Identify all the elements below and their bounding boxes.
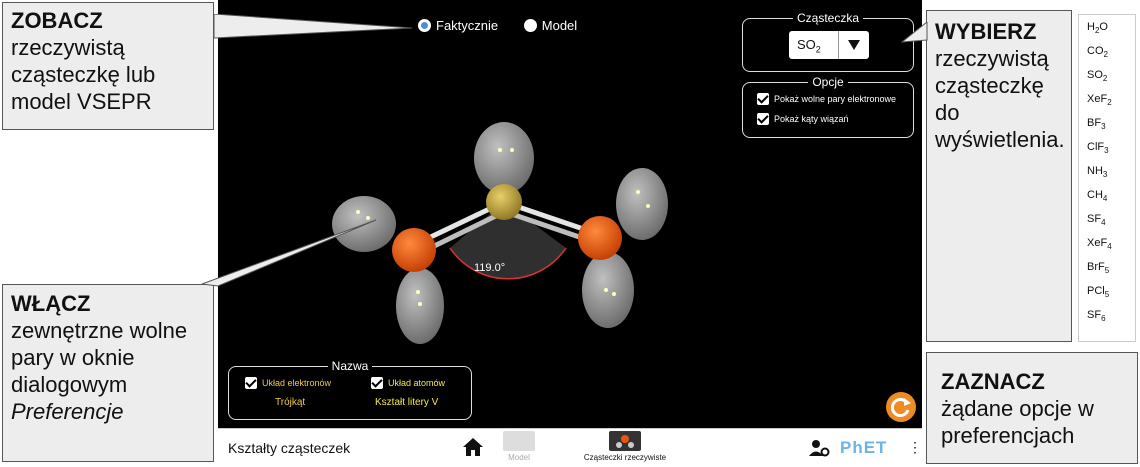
callout-choose-line-1: rzeczywistą <box>935 46 1049 71</box>
molecule-view[interactable] <box>318 110 738 350</box>
molecule-list-item[interactable]: PCl5 <box>1079 279 1135 303</box>
callout-choose-head: WYBIERZ <box>935 19 1037 44</box>
callout-enable-line-2: pary w oknie <box>11 345 135 370</box>
name-panel: Nazwa Układ elektronów Trójkąt Układ ato… <box>228 359 472 420</box>
callout-enable-pointer <box>201 219 377 287</box>
radio-actual-label: Faktycznie <box>436 18 499 33</box>
molecule-list-item[interactable]: SO2 <box>1079 63 1135 87</box>
bond-angles-label: Pokaż kąty wiązań <box>774 114 849 124</box>
molecule-list-item[interactable]: XeF4 <box>1079 231 1135 255</box>
molecule-dropdown-value: SO2 <box>797 37 821 55</box>
real-molecules-screen-icon <box>609 431 641 451</box>
callout-see-line-2: cząsteczkę lub <box>11 62 156 87</box>
molecule-list-item[interactable]: XeF2 <box>1079 87 1135 111</box>
molecule-geometry-label: Układ atomów <box>388 378 446 388</box>
callout-mark: ZAZNACZ żądane opcje w preferencjach <box>926 352 1138 464</box>
molecule-list-item[interactable]: BrF5 <box>1079 255 1135 279</box>
checkbox-checked-icon <box>757 93 769 105</box>
molecule-panel-title: Cząsteczka <box>792 11 864 25</box>
molecule-list-item[interactable]: SF6 <box>1079 303 1135 327</box>
callout-mark-line-2: preferencjach <box>941 423 1075 448</box>
callout-mark-line-1: żądane opcje w <box>941 396 1094 421</box>
molecule-panel: Cząsteczka SO2 <box>742 11 914 72</box>
oxygen-atom-right <box>578 216 622 260</box>
molecule-list-item[interactable]: H2O <box>1079 15 1135 39</box>
callout-enable-head: WŁĄCZ <box>11 291 91 316</box>
view-mode-radio-group: Faktycznie Model <box>418 18 599 35</box>
bond-angle-label: 119.0° <box>474 262 506 274</box>
options-panel-title: Opcje <box>808 75 848 89</box>
name-panel-title: Nazwa <box>327 359 373 373</box>
lone-pairs-label: Pokaż wolne pary elektronowe <box>774 94 897 104</box>
callout-choose-pointer <box>900 22 928 43</box>
more-menu-icon[interactable]: ⋮ <box>908 439 922 456</box>
callout-see-line-1: rzeczywistą <box>11 35 125 60</box>
molecule-list-item[interactable]: SF4 <box>1079 207 1135 231</box>
callout-see-head: ZOBACZ <box>11 8 103 33</box>
checkbox-checked-icon <box>757 113 769 125</box>
home-icon[interactable] <box>461 435 485 459</box>
reset-button[interactable] <box>886 392 916 422</box>
lone-pair-sulfur <box>474 122 534 194</box>
lone-pairs-checkbox[interactable]: Pokaż wolne pary elektronowe <box>757 93 913 105</box>
molecule-list-item[interactable]: NH3 <box>1079 159 1135 183</box>
screen-model-button[interactable]: Model <box>501 431 537 465</box>
callout-enable-line-1: zewnętrzne wolne <box>11 318 188 343</box>
radio-model-label: Model <box>541 18 578 33</box>
navigation-bar: Kształty cząsteczek Model Cząsteczki rze… <box>218 428 922 467</box>
molecule-list-item[interactable]: CH4 <box>1079 183 1135 207</box>
screen-real-molecules-label: Cząsteczki rzeczywiste <box>583 453 667 462</box>
checkbox-checked-icon <box>371 377 383 389</box>
callout-see-pointer <box>214 14 413 39</box>
molecule-geometry-checkbox[interactable]: Układ atomów <box>371 377 471 389</box>
callout-choose-line-3: do <box>935 100 960 125</box>
callout-mark-head: ZAZNACZ <box>941 369 1045 394</box>
model-screen-icon <box>503 431 535 451</box>
radio-dot-selected-icon <box>418 19 431 32</box>
phet-logo[interactable]: PhET <box>840 438 887 458</box>
molecule-dropdown[interactable]: SO2 <box>789 31 869 59</box>
callout-enable: WŁĄCZ zewnętrzne wolne pary w oknie dial… <box>2 284 214 462</box>
callout-choose: WYBIERZ rzeczywistą cząsteczkę do wyświe… <box>926 10 1072 342</box>
preferences-icon[interactable] <box>808 439 830 457</box>
molecule-list-item[interactable]: ClF3 <box>1079 135 1135 159</box>
callout-choose-line-2: cząsteczkę <box>935 73 1044 98</box>
radio-dot-icon <box>523 19 537 32</box>
electron-geometry-label: Układ elektronów <box>262 378 332 388</box>
sulfur-atom <box>486 184 522 220</box>
oxygen-atom-left <box>392 228 436 272</box>
radio-actual[interactable]: Faktycznie <box>418 18 498 33</box>
molecule-list-item[interactable]: BF3 <box>1079 111 1135 135</box>
chevron-down-icon[interactable] <box>838 31 869 59</box>
electron-geometry-value: Trójkąt <box>275 397 306 408</box>
bond-angles-checkbox[interactable]: Pokaż kąty wiązań <box>757 113 913 125</box>
radio-model[interactable]: Model <box>523 18 578 33</box>
electron-geometry-checkbox[interactable]: Układ elektronów <box>245 377 345 389</box>
callout-see-line-3: model VSEPR <box>11 89 152 114</box>
screen-real-molecules-button[interactable]: Cząsteczki rzeczywiste <box>570 431 680 465</box>
checkbox-checked-icon <box>245 377 257 389</box>
molecule-list-item[interactable]: CO2 <box>1079 39 1135 63</box>
callout-choose-line-4: wyświetlenia. <box>935 127 1065 152</box>
reset-icon <box>890 398 911 417</box>
molecule-list: H2O CO2 SO2 XeF2 BF3 ClF3 NH3 CH4 SF4 XeF4 BrF5 PCl… <box>1078 14 1136 342</box>
options-panel: Opcje Pokaż wolne pary elektronowe Pokaż… <box>742 75 914 138</box>
callout-see: ZOBACZ rzeczywistą cząsteczkę lub model … <box>2 2 214 130</box>
molecule-geometry-value: Kształt litery V <box>375 397 439 408</box>
callout-enable-line-3: dialogowym <box>11 372 128 397</box>
screen-model-label: Model <box>508 453 530 462</box>
callout-enable-line-4: Preferencje <box>11 399 124 424</box>
lone-pair-right-1 <box>616 168 668 240</box>
sim-title: Kształty cząsteczek <box>228 440 351 456</box>
